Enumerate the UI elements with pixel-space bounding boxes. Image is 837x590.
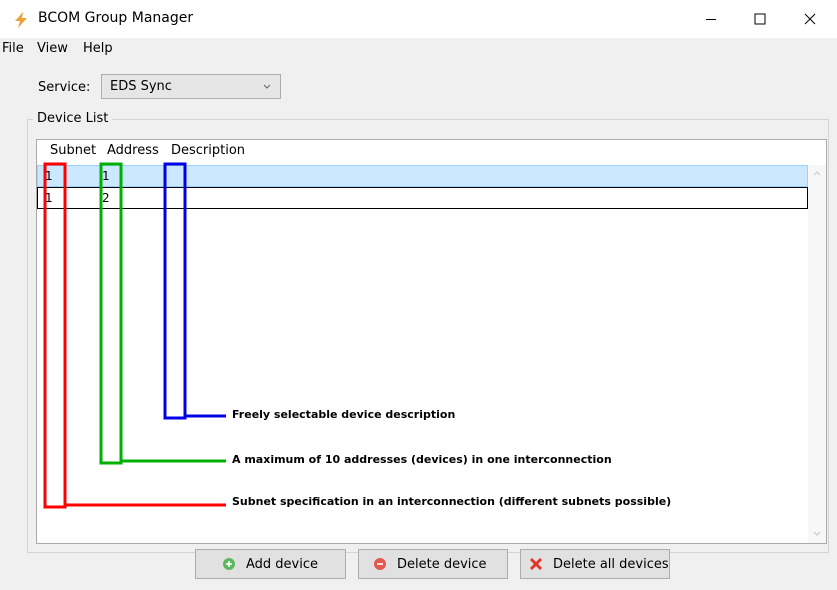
delete-device-label: Delete device [397, 556, 487, 572]
annotation-description: Freely selectable device description [232, 408, 456, 421]
delete-all-devices-label: Delete all devices [553, 556, 669, 572]
add-icon [222, 557, 236, 571]
subnet-marker [43, 162, 226, 509]
annotation-address: A maximum of 10 addresses (devices) in o… [232, 453, 612, 466]
remove-icon [373, 557, 387, 571]
red-x-icon [529, 557, 543, 571]
add-device-label: Add device [246, 556, 319, 572]
add-device-button[interactable]: Add device [195, 549, 346, 579]
description-marker [163, 162, 226, 420]
delete-device-button[interactable]: Delete device [358, 549, 508, 579]
delete-all-devices-button[interactable]: Delete all devices [520, 549, 670, 579]
annotation-subnet: Subnet specification in an interconnecti… [232, 495, 672, 508]
